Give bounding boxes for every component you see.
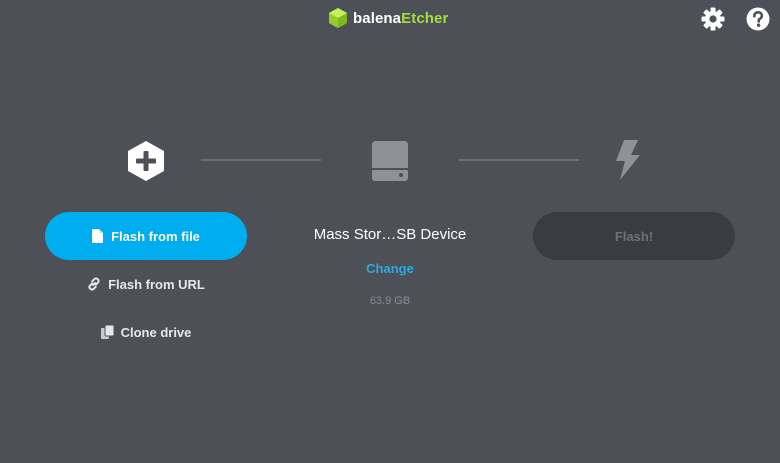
flash-from-file-button[interactable]: Flash from file [45, 212, 247, 260]
flash-button-label: Flash! [614, 228, 654, 244]
clone-drive-button[interactable]: Clone drive [45, 320, 247, 344]
question-circle-icon [746, 7, 770, 31]
connector-line-1 [201, 159, 321, 161]
flash-from-file-label: Flash from file [111, 228, 200, 244]
lightning-icon [616, 140, 640, 180]
clone-drive-label: Clone drive [120, 324, 192, 340]
logo-balena-text: balena [353, 9, 402, 27]
balena-cube-icon [329, 8, 347, 28]
flash-button[interactable]: Flash! [533, 212, 735, 260]
balena-etcher-logo: balenaEtcher [328, 7, 448, 29]
logo-etcher-text: Etcher [401, 9, 449, 27]
target-step-icon [370, 139, 410, 188]
header: balenaEtcher [0, 0, 780, 40]
help-button[interactable] [745, 6, 771, 32]
connector-line-2 [459, 159, 579, 161]
target-device-name: Mass Stor…SB Device [313, 226, 467, 243]
change-target-link[interactable]: Change [340, 261, 440, 276]
target-device-size: 63.9 GB [369, 295, 411, 307]
link-icon [88, 277, 100, 291]
file-icon [92, 229, 104, 243]
copy-icon [100, 325, 114, 339]
plus-hexagon-icon [128, 141, 164, 181]
drive-icon [372, 141, 408, 181]
flash-step-icon [612, 139, 642, 186]
flash-from-url-label: Flash from URL [108, 276, 205, 292]
settings-button[interactable] [700, 6, 726, 32]
source-step-icon [126, 140, 166, 187]
gear-icon [701, 7, 725, 31]
flash-from-url-button[interactable]: Flash from URL [45, 272, 247, 296]
